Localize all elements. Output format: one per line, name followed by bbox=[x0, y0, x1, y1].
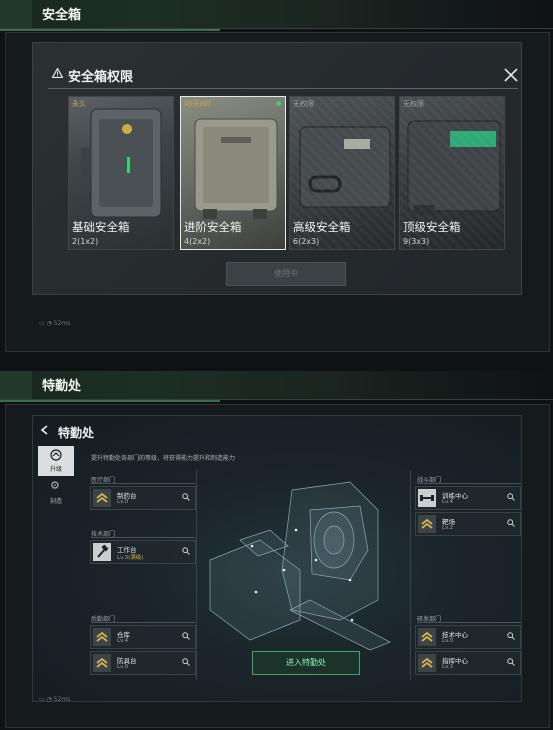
right-divider bbox=[410, 470, 411, 680]
dept-item-workbench[interactable]: 工作台 Lv.3(满级) bbox=[90, 540, 196, 564]
dept-underline bbox=[91, 537, 195, 538]
special-section-header: 特勤处 bbox=[0, 371, 553, 402]
dialog-title-divider bbox=[48, 88, 518, 89]
gear-icon: ⚙ bbox=[50, 479, 60, 492]
chevron-rank-icon bbox=[93, 628, 111, 646]
tab-upgrade[interactable]: 升级 bbox=[38, 446, 74, 476]
card-size: 4(2x2) bbox=[184, 237, 211, 246]
search-icon[interactable] bbox=[182, 632, 190, 640]
tab-craft[interactable]: ⚙ 刻造 bbox=[38, 478, 74, 508]
chevron-rank-icon bbox=[418, 628, 436, 646]
dept-item-training-center[interactable]: 训练中心 Lv.4 bbox=[415, 486, 521, 510]
dialog-title: 安全箱权限 bbox=[68, 70, 134, 85]
item-level: Lv.0 bbox=[117, 664, 129, 670]
card-size: 2(1x2) bbox=[72, 237, 99, 246]
header-underline bbox=[0, 29, 220, 31]
search-icon[interactable] bbox=[507, 632, 515, 640]
chevron-rank-icon bbox=[93, 489, 111, 507]
card-tag: 无权限 bbox=[403, 100, 424, 108]
header-underline bbox=[0, 400, 220, 402]
tab-label: 刻造 bbox=[49, 498, 62, 505]
special-header-title: 特勤处 bbox=[42, 379, 82, 394]
item-level-row: Lv.3(满级) bbox=[117, 553, 143, 561]
search-icon[interactable] bbox=[182, 547, 190, 555]
header-accent bbox=[0, 0, 32, 28]
dept-underline bbox=[91, 483, 195, 484]
facility-wireframe bbox=[209, 481, 391, 651]
ping-text: 52ms bbox=[53, 696, 71, 703]
card-size: 9(3x3) bbox=[403, 237, 430, 246]
header-accent bbox=[0, 371, 32, 399]
safebox-card-advanced[interactable]: 49天8时 进阶安全箱 4(2x2) bbox=[180, 96, 286, 250]
item-level: Lv.4 bbox=[117, 638, 129, 644]
back-arrow-icon[interactable] bbox=[40, 425, 50, 435]
search-icon[interactable] bbox=[507, 493, 515, 501]
wifi-icon: ◔ bbox=[46, 696, 52, 703]
left-divider bbox=[196, 470, 197, 680]
dumbbell-icon bbox=[418, 489, 436, 507]
dept-item-command-center[interactable]: 指挥中心 Lv.3 bbox=[415, 651, 521, 675]
status-bar: ▭ ◔ 52ms bbox=[39, 320, 70, 327]
card-name: 顶级安全箱 bbox=[403, 220, 461, 234]
upgrade-icon bbox=[50, 449, 62, 461]
item-level: Lv.0 bbox=[442, 638, 454, 644]
safebox-header-title: 安全箱 bbox=[42, 8, 82, 23]
panel-title: 特勤处 bbox=[58, 426, 95, 440]
safebox-section-header: 安全箱 bbox=[0, 0, 553, 31]
safebox-card-premium[interactable]: 无权限 高级安全箱 6(2x3) bbox=[289, 96, 395, 250]
dept-item-armor-bench[interactable]: 防具台 Lv.0 bbox=[90, 651, 196, 675]
card-tag: 永久 bbox=[72, 100, 86, 108]
dept-underline bbox=[417, 622, 521, 623]
chevron-rank-icon bbox=[93, 654, 111, 672]
dept-item-warehouse[interactable]: 仓库 Lv.4 bbox=[90, 625, 196, 649]
card-name: 进阶安全箱 bbox=[184, 220, 242, 234]
search-icon[interactable] bbox=[507, 519, 515, 527]
item-level: Lv.3 bbox=[117, 555, 129, 561]
card-size: 6(2x3) bbox=[293, 237, 320, 246]
panel-description: 提升特勤处各部门的等级，将获得能力提升和制造能力 bbox=[91, 455, 236, 462]
battery-icon: ▭ bbox=[39, 696, 45, 703]
tab-label: 升级 bbox=[49, 466, 62, 473]
status-bar: ▭ ◔ 52ms bbox=[39, 696, 70, 703]
card-name: 基础安全箱 bbox=[72, 220, 130, 234]
dept-underline bbox=[91, 622, 195, 623]
item-level: Lv.0 bbox=[117, 499, 129, 505]
search-icon[interactable] bbox=[182, 658, 190, 666]
search-icon[interactable] bbox=[507, 658, 515, 666]
card-tag: 49天8时 bbox=[184, 100, 212, 108]
safebox-card-basic[interactable]: 永久 基础安全箱 2(1x2) bbox=[68, 96, 174, 250]
dept-item-shooting-range[interactable]: 靶场 Lv.2 bbox=[415, 512, 521, 536]
enter-special-ops-button[interactable]: 进入特勤处 bbox=[252, 651, 360, 675]
dept-item-tech-center[interactable]: 技术中心 Lv.0 bbox=[415, 625, 521, 649]
dept-item-pharmacy[interactable]: 制药台 Lv.0 bbox=[90, 486, 196, 510]
item-level: Lv.2 bbox=[442, 525, 454, 531]
item-level: Lv.3 bbox=[442, 664, 454, 670]
chevron-rank-icon bbox=[418, 654, 436, 672]
search-icon[interactable] bbox=[182, 493, 190, 501]
wifi-icon: ◔ bbox=[46, 320, 52, 327]
hammer-icon bbox=[93, 543, 111, 561]
chevron-rank-icon bbox=[418, 515, 436, 533]
battery-icon: ▭ bbox=[39, 320, 45, 327]
close-icon[interactable] bbox=[503, 67, 519, 83]
safebox-card-top[interactable]: 无权限 顶级安全箱 9(3x3) bbox=[399, 96, 505, 250]
dept-underline bbox=[417, 483, 521, 484]
card-name: 高级安全箱 bbox=[293, 220, 351, 234]
active-indicator bbox=[276, 101, 281, 106]
in-use-button[interactable]: 使用中 bbox=[226, 262, 346, 286]
card-tag: 无权限 bbox=[293, 100, 314, 108]
warning-icon bbox=[52, 68, 63, 78]
ping-text: 52ms bbox=[53, 320, 71, 327]
item-level: Lv.4 bbox=[442, 499, 454, 505]
max-level-badge: (满级) bbox=[128, 555, 144, 561]
